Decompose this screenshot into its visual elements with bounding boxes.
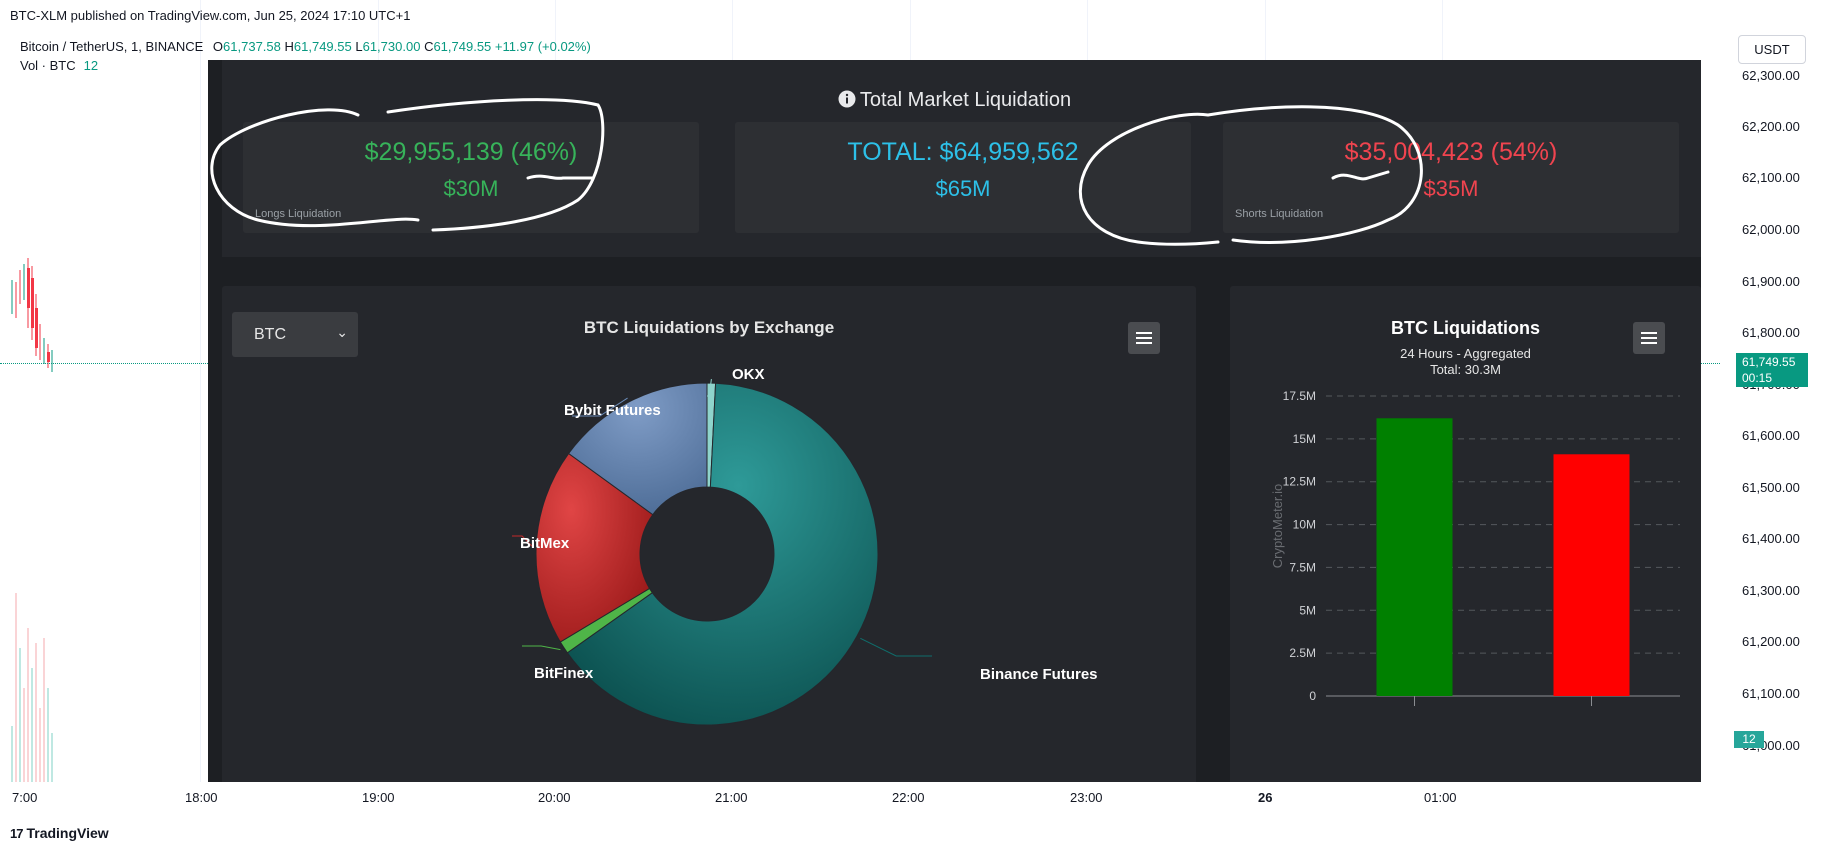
pie-leader-line <box>522 645 561 651</box>
price-tick: 61,500.00 <box>1742 480 1800 495</box>
pie-label-bitmex: BitMex <box>520 535 570 552</box>
tradingview-logo-icon: 17 <box>10 825 24 841</box>
time-tick: 01:00 <box>1424 790 1457 805</box>
high-label: H <box>284 39 294 54</box>
bar-y-tick: 2.5M <box>1289 646 1316 660</box>
bar-y-tick: 15M <box>1293 432 1316 446</box>
bar-y-tick: 17.5M <box>1283 389 1316 403</box>
symbol-name: Bitcoin / TetherUS, 1, BINANCE <box>20 39 204 54</box>
high-value: 61,749.55 <box>293 39 352 54</box>
time-tick: 23:00 <box>1070 790 1103 805</box>
time-tick: 7:00 <box>12 790 38 805</box>
bar-y-tick: 0 <box>1309 689 1316 703</box>
published-caption: BTC-XLM published on TradingView.com, Ju… <box>10 8 411 23</box>
bar-countdown: 00:15 <box>1742 371 1773 385</box>
price-chart[interactable] <box>0 68 208 782</box>
current-price: 61,749.55 <box>1742 355 1796 369</box>
open-label: O <box>212 39 224 54</box>
price-change: +11.97 (+0.02%) <box>494 39 591 54</box>
volume-bars <box>11 593 53 782</box>
current-price-badge: 61,749.55 00:15 <box>1736 353 1808 387</box>
price-tick: 62,200.00 <box>1742 119 1800 134</box>
price-tick: 61,400.00 <box>1742 531 1800 546</box>
price-tick: 62,000.00 <box>1742 222 1800 237</box>
liquidations-bar-chart: CryptoMeter.io 0 2.5M 5M 7.5M 10M 12.5M 15M 17.… <box>1270 389 1680 706</box>
close-value: 61,749.55 <box>433 39 492 54</box>
time-tick: 26 <box>1258 790 1273 805</box>
tradingview-logo[interactable]: 17 TradingView <box>10 825 109 841</box>
symbol-legend[interactable]: Bitcoin / TetherUS, 1, BINANCE O61,737.5… <box>20 39 591 54</box>
pie-label-binance-futures: Binance Futures <box>980 666 1098 683</box>
bar-y-tick: 12.5M <box>1283 475 1316 489</box>
price-tick: 62,300.00 <box>1742 68 1800 83</box>
pie-leader-line <box>860 637 932 657</box>
price-tick: 62,100.00 <box>1742 170 1800 185</box>
price-tick: 61,600.00 <box>1742 428 1800 443</box>
time-tick: 20:00 <box>538 790 571 805</box>
exchange-donut-chart <box>512 378 932 726</box>
bar-y-tick: 10M <box>1293 518 1316 532</box>
price-tick: 61,300.00 <box>1742 583 1800 598</box>
price-tick: 61,900.00 <box>1742 274 1800 289</box>
bar-watermark: CryptoMeter.io <box>1270 484 1285 569</box>
volume-badge: 12 <box>1734 731 1764 748</box>
low-label: L <box>355 39 363 54</box>
price-tick: 61,200.00 <box>1742 634 1800 649</box>
bar-y-tick: 5M <box>1299 603 1316 617</box>
pie-label-bybit-futures: Bybit Futures <box>564 402 661 419</box>
time-tick: 21:00 <box>715 790 748 805</box>
low-value: 61,730.00 <box>362 39 421 54</box>
pie-label-bitfinex: BitFinex <box>534 665 594 682</box>
time-tick: 19:00 <box>362 790 395 805</box>
time-tick: 22:00 <box>892 790 925 805</box>
price-tick: 61,800.00 <box>1742 325 1800 340</box>
tradingview-logo-text: TradingView <box>26 825 109 841</box>
hand-drawn-annotations <box>210 98 1423 246</box>
bar-longs[interactable] <box>1376 418 1453 696</box>
currency-button[interactable]: USDT <box>1738 35 1806 64</box>
bar-y-tick: 7.5M <box>1289 560 1316 574</box>
pie-label-okx: OKX <box>732 366 765 383</box>
price-tick: 61,100.00 <box>1742 686 1800 701</box>
time-tick: 18:00 <box>185 790 218 805</box>
liquidation-dashboard: Total Market Liquidation $29,955,139 (46… <box>208 60 1701 782</box>
bar-shorts[interactable] <box>1553 454 1630 696</box>
candlesticks <box>11 258 53 372</box>
open-value: 61,737.58 <box>223 39 281 54</box>
